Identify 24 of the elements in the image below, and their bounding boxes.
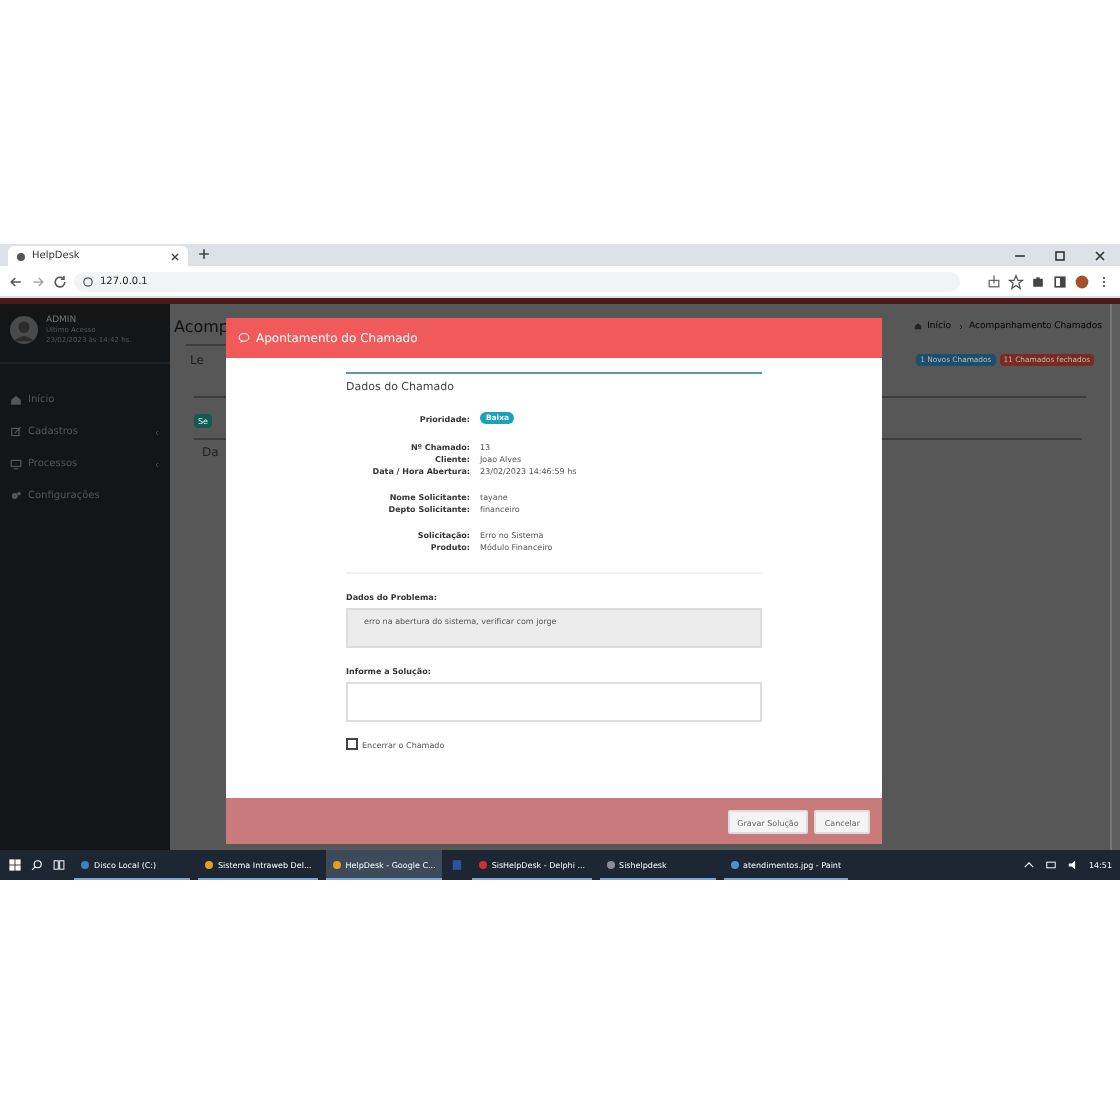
avatar-icon bbox=[10, 316, 38, 344]
avatar-icon[interactable] bbox=[1074, 273, 1090, 289]
monitor-icon bbox=[10, 458, 22, 470]
windows-start-icon[interactable] bbox=[8, 858, 22, 872]
restore-icon[interactable] bbox=[1052, 247, 1068, 263]
search-icon[interactable] bbox=[30, 858, 44, 872]
new-tab-icon[interactable] bbox=[198, 247, 210, 259]
chat-icon bbox=[238, 332, 250, 344]
checkbox[interactable] bbox=[346, 738, 358, 750]
caret-up-icon[interactable] bbox=[1022, 858, 1037, 872]
gears-icon bbox=[10, 490, 22, 502]
close-icon[interactable] bbox=[1092, 247, 1108, 263]
share-icon[interactable] bbox=[986, 273, 1002, 289]
speaker-icon[interactable] bbox=[1066, 858, 1081, 872]
reload-icon[interactable] bbox=[52, 273, 68, 289]
back-icon[interactable] bbox=[8, 273, 24, 289]
network-icon[interactable] bbox=[1044, 858, 1059, 872]
home-icon bbox=[913, 322, 922, 330]
home-icon bbox=[10, 394, 22, 406]
edit-icon bbox=[10, 426, 22, 438]
close-icon[interactable] bbox=[170, 251, 180, 261]
star-icon[interactable] bbox=[1008, 273, 1024, 289]
task-view-icon[interactable] bbox=[52, 858, 66, 872]
sidebar-icon[interactable] bbox=[1052, 273, 1068, 289]
